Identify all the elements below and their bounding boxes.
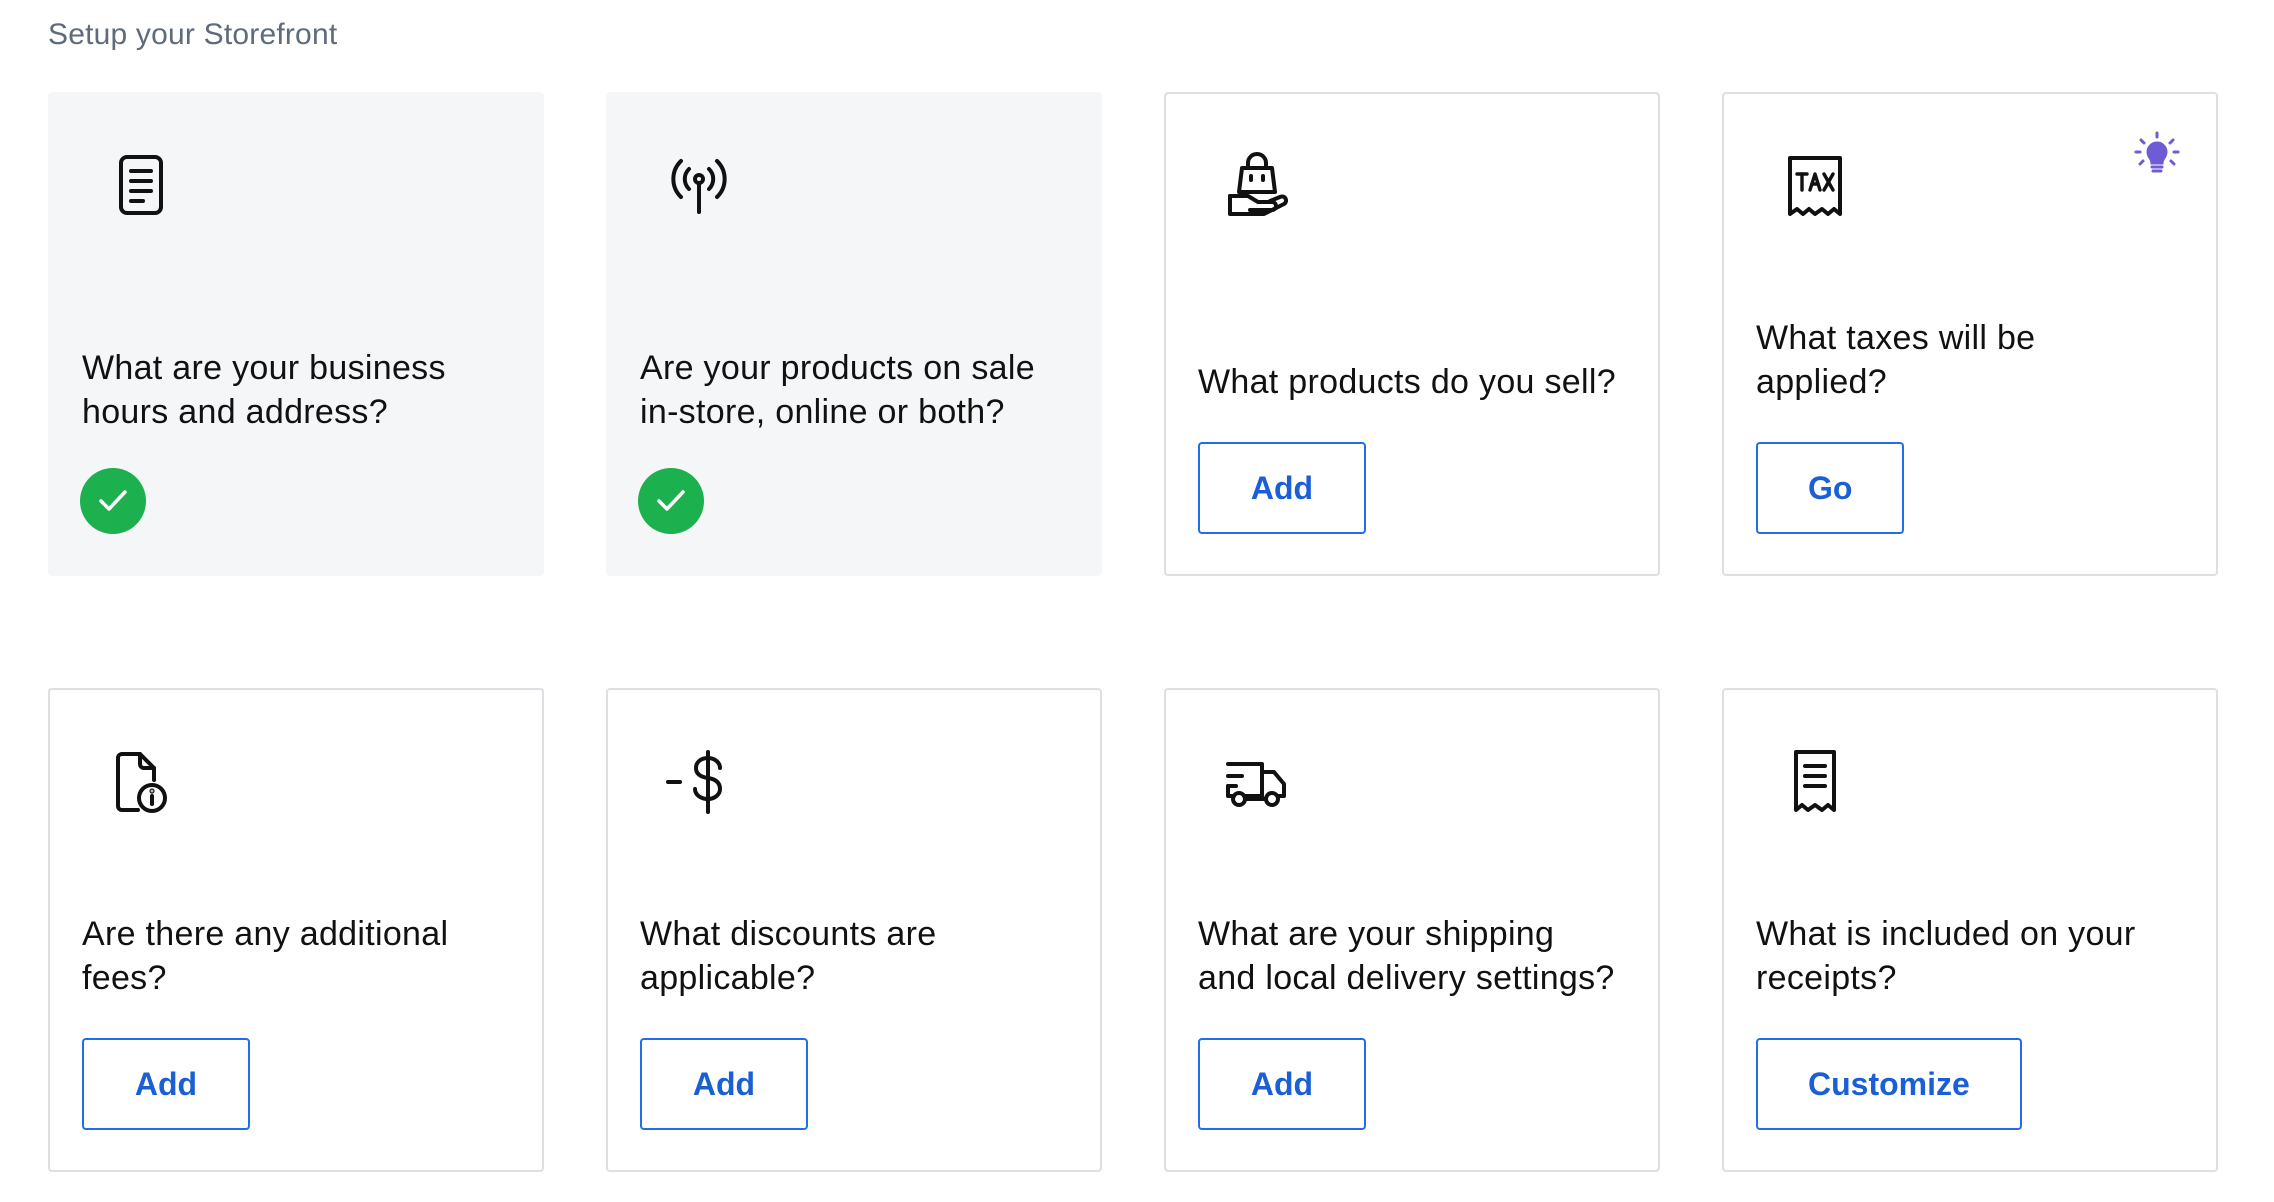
document-info-icon	[104, 744, 178, 818]
card-question: Are there any additional fees?	[82, 915, 449, 997]
card-question: What are your business hours and address…	[82, 349, 446, 431]
document-icon	[104, 148, 178, 222]
card-business-hours[interactable]: What are your business hours and address…	[48, 92, 544, 576]
card-taxes: What taxes will be applied? Go	[1722, 92, 2218, 576]
card-question: What discounts are applicable?	[640, 915, 937, 997]
customize-receipts-button[interactable]: Customize	[1756, 1038, 2022, 1130]
add-discounts-button[interactable]: Add	[640, 1038, 808, 1130]
shopping-bag-hand-icon	[1220, 148, 1294, 222]
card-question: What is included on your receipts?	[1756, 915, 2136, 997]
card-question: What are your shipping and local deliver…	[1198, 915, 1615, 997]
card-question: Are your products on sale in-store, onli…	[640, 349, 1035, 431]
minus-dollar-icon	[662, 744, 736, 818]
completed-check-icon	[80, 468, 146, 534]
card-question: What products do you sell?	[1198, 363, 1616, 401]
broadcast-antenna-icon	[662, 148, 736, 222]
completed-check-icon	[638, 468, 704, 534]
lightbulb-icon[interactable]	[2132, 130, 2182, 180]
storefront-setup-page: Setup your Storefront What are your busi…	[0, 0, 2274, 1202]
card-receipts: What is included on your receipts? Custo…	[1722, 688, 2218, 1172]
receipt-icon	[1778, 744, 1852, 818]
setup-card-grid: What are your business hours and address…	[48, 92, 2218, 1172]
card-discounts: What discounts are applicable? Add	[606, 688, 1102, 1172]
go-taxes-button[interactable]: Go	[1756, 442, 1905, 534]
add-fees-button[interactable]: Add	[82, 1038, 250, 1130]
card-sales-channel[interactable]: Are your products on sale in-store, onli…	[606, 92, 1102, 576]
delivery-truck-icon	[1220, 744, 1294, 818]
add-products-button[interactable]: Add	[1198, 442, 1366, 534]
card-products: What products do you sell? Add	[1164, 92, 1660, 576]
tax-receipt-icon	[1778, 148, 1852, 222]
card-question: What taxes will be applied?	[1756, 319, 2036, 401]
card-shipping-delivery: What are your shipping and local deliver…	[1164, 688, 1660, 1172]
section-title: Setup your Storefront	[48, 18, 338, 51]
card-additional-fees: Are there any additional fees? Add	[48, 688, 544, 1172]
add-shipping-button[interactable]: Add	[1198, 1038, 1366, 1130]
